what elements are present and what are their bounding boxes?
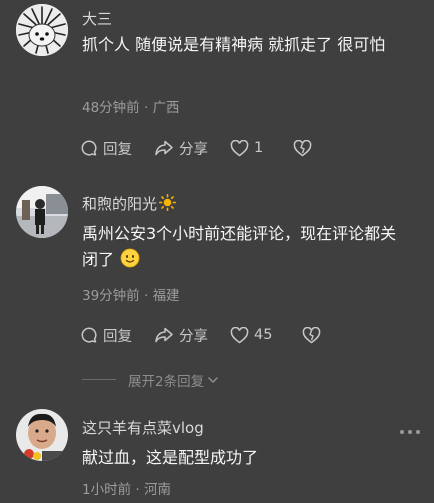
reply-label: 回复 [103, 141, 132, 158]
timestamp: 39分钟前 [82, 288, 140, 304]
reply-button[interactable]: 回复 [80, 325, 132, 346]
comment-meta: 1小时前 · 河南 [82, 478, 171, 498]
comment-actions: 回复 分享 45 [80, 323, 348, 347]
comment-item: 大三 抓个人 随便说是有精神病 就抓走了 很可怕 48分钟前 · 广西 回复 分… [0, 0, 434, 165]
expand-replies-button[interactable]: 展开2条回复 [128, 370, 220, 390]
comment-text: 抓个人 随便说是有精神病 就抓走了 很可怕 [82, 35, 386, 54]
expand-replies-row: 展开2条回复 [0, 370, 434, 390]
share-label: 分享 [179, 141, 208, 158]
reply-label: 回复 [103, 328, 132, 345]
like-count: 45 [254, 327, 273, 343]
timestamp: 48分钟前 [82, 100, 140, 116]
avatar[interactable] [16, 4, 68, 56]
expand-replies-label: 展开2条回复 [128, 374, 205, 390]
more-icon[interactable] [400, 430, 420, 434]
username[interactable]: 大三 [82, 8, 112, 29]
avatar-photo-image [16, 186, 68, 238]
location: 福建 [152, 288, 180, 304]
broken-heart-icon [303, 326, 321, 343]
share-icon [155, 140, 173, 156]
reply-button[interactable]: 回复 [80, 138, 132, 159]
avatar[interactable] [16, 186, 68, 238]
comment-item: 这只羊有点菜vlog 献过血，这是配型成功了 1小时前 · 河南 [0, 405, 434, 503]
avatar-photo-image [16, 409, 68, 461]
share-label: 分享 [179, 328, 208, 345]
username[interactable]: 和煦的阳光 [82, 193, 177, 215]
meta-separator: · [139, 288, 153, 304]
heart-icon [230, 326, 249, 343]
comment-icon [81, 140, 97, 156]
comment-meta: 48分钟前 · 广西 [82, 96, 180, 116]
timestamp: 1小时前 [82, 482, 132, 498]
chevron-down-icon [208, 377, 218, 383]
comment-text: 献过血，这是配型成功了 [82, 448, 259, 467]
comment-actions: 回复 分享 1 [80, 136, 339, 160]
heart-icon [230, 139, 249, 156]
username-text: 和煦的阳光 [82, 195, 158, 213]
like-button[interactable]: 45 [230, 326, 273, 344]
avatar[interactable] [16, 409, 68, 461]
divider-line [82, 379, 116, 380]
share-icon [155, 327, 173, 343]
broken-heart-icon [293, 139, 312, 156]
like-button[interactable]: 1 [230, 139, 264, 157]
username[interactable]: 这只羊有点菜vlog [82, 417, 204, 438]
share-button[interactable]: 分享 [154, 138, 208, 159]
meta-separator: · [139, 100, 153, 116]
comment-meta: 39分钟前 · 福建 [82, 284, 180, 304]
comment-text: 禹州公安3个小时前还能评论，现在评论都关闭了 [82, 221, 402, 276]
comment-item: 和煦的阳光 禹州公安3个小时前还能评论，现在评论都关闭了 39分钟前 · 福建 … [0, 180, 434, 360]
location: 广西 [152, 100, 180, 116]
sun-icon [159, 194, 177, 215]
dislike-button[interactable] [293, 139, 317, 157]
share-button[interactable]: 分享 [154, 325, 208, 346]
avatar-hedgehog-image [16, 4, 68, 56]
location: 河南 [143, 482, 171, 498]
dislike-button[interactable] [302, 326, 326, 344]
like-count: 1 [254, 140, 264, 156]
comment-icon [81, 327, 97, 343]
smile-emoji-icon [120, 248, 140, 276]
meta-separator: · [131, 482, 144, 498]
